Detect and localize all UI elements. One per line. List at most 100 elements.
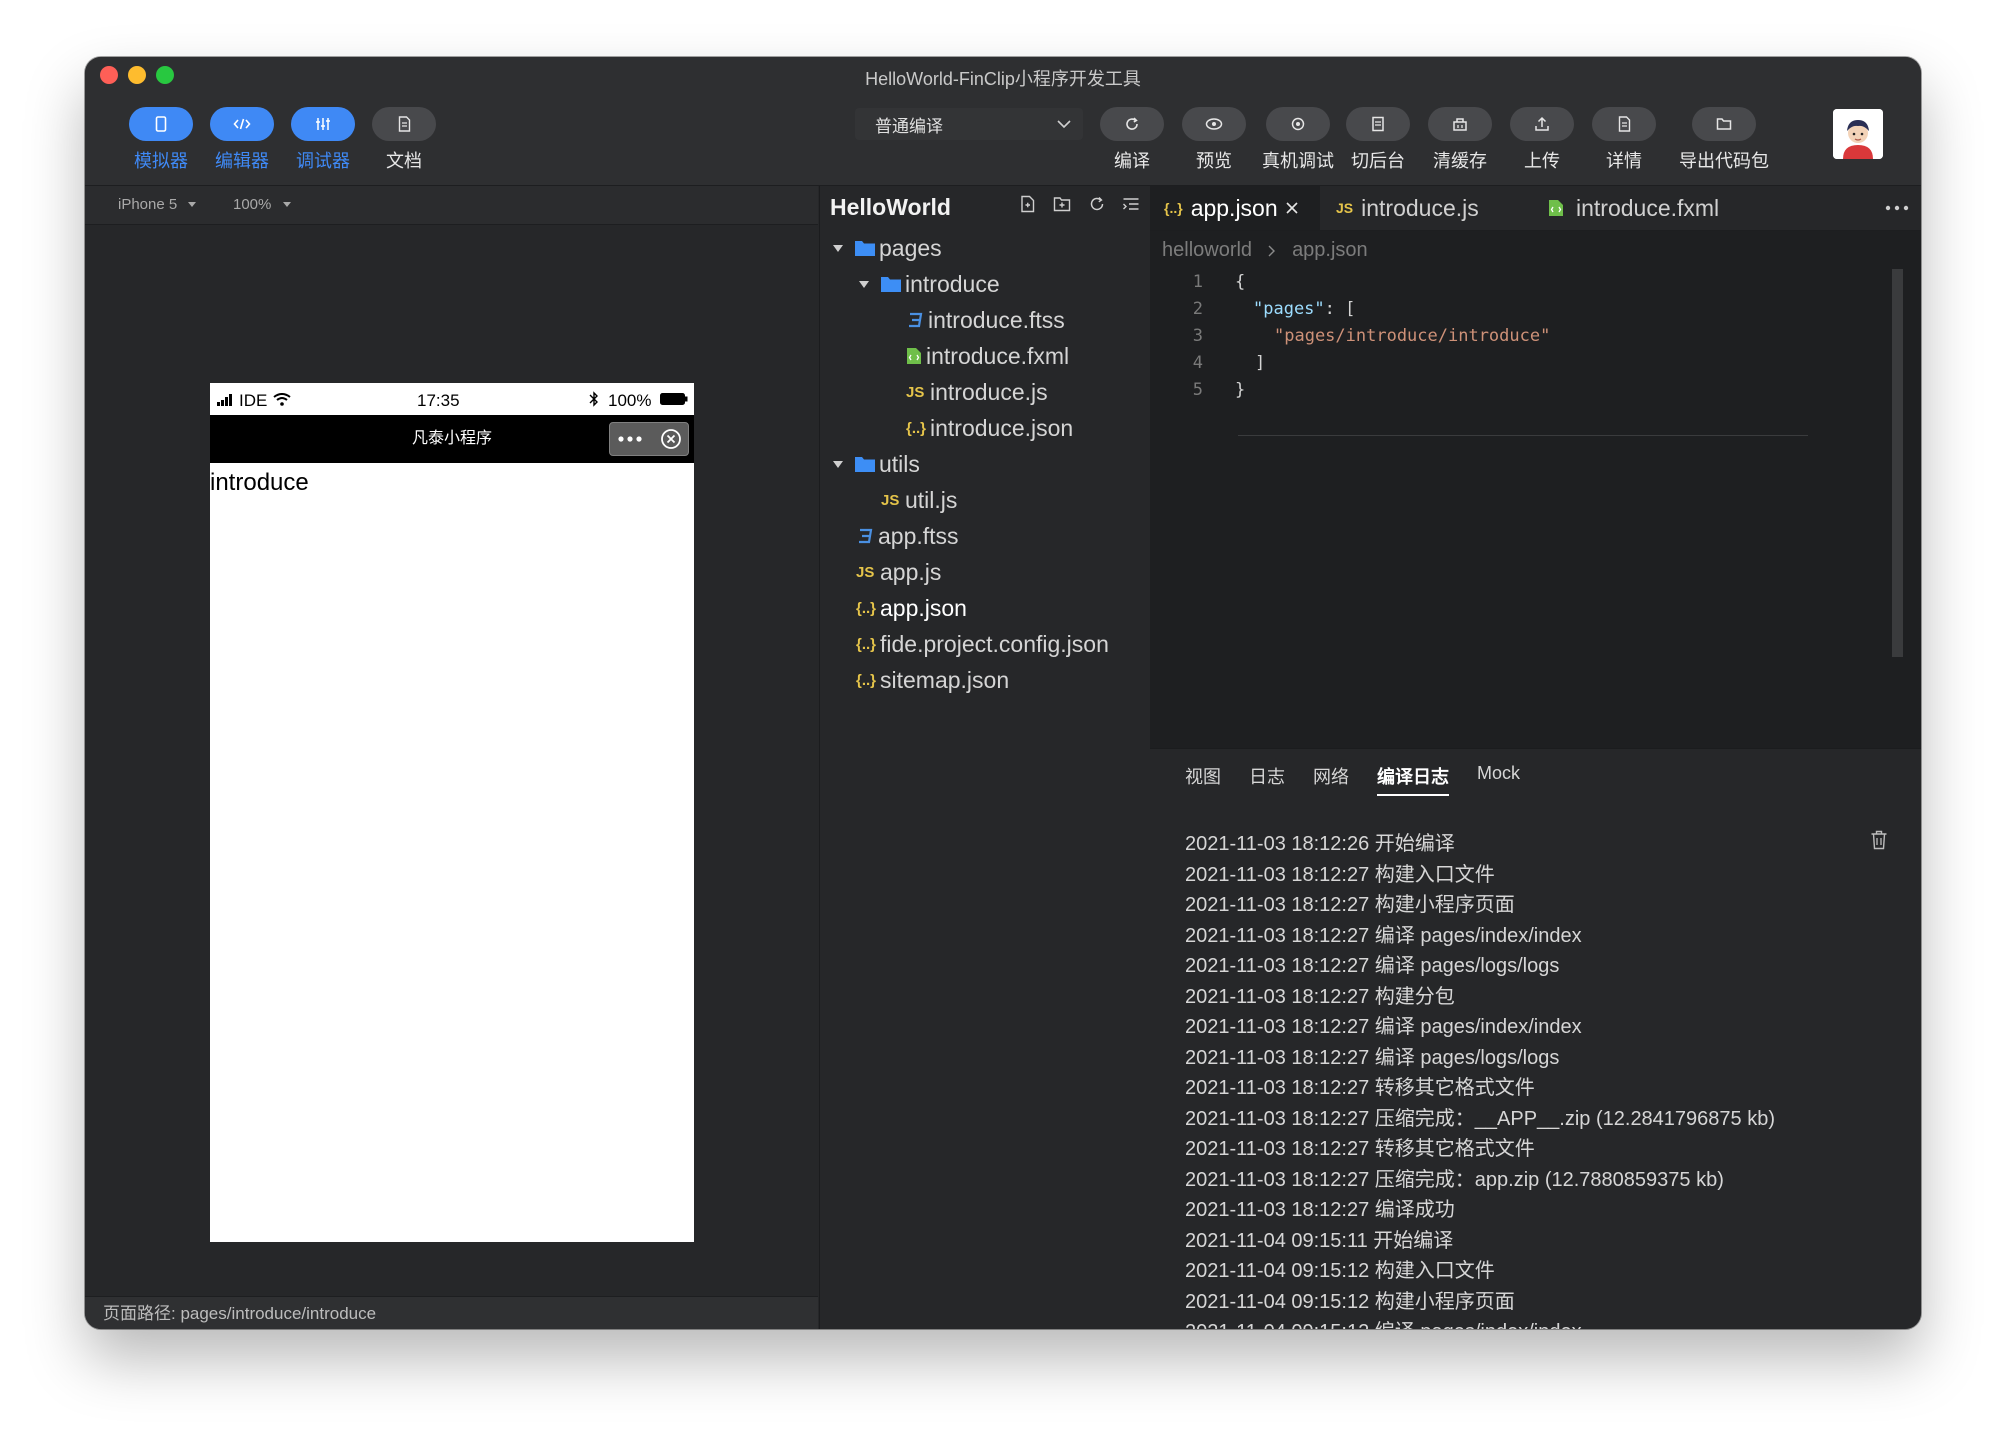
tab-network[interactable]: 网络 [1313,763,1349,796]
tab-compile-log[interactable]: 编译日志 [1377,763,1449,796]
folder-icon [855,457,875,472]
code-area[interactable]: 1 { 2 "pages": [ 3 "pages/introduce/intr… [1150,269,1921,404]
clear-cache-button[interactable]: 清缓存 [1420,107,1500,173]
tab-log[interactable]: 日志 [1249,763,1285,796]
remote-debug-button[interactable]: 真机调试 [1248,107,1348,173]
json-file-icon: {..} [1164,200,1183,216]
caret-down-icon [188,202,197,207]
log-line: 2021-11-04 09:15:12 构建入口文件 [1185,1260,1495,1282]
log-line: 2021-11-03 18:12:27 编译 pages/index/index [1185,1016,1582,1038]
css-file-icon [859,528,873,544]
nav-title: 凡泰小程序 [411,430,492,447]
code-line: 5 } [1150,377,1921,404]
debugger-toggle-button[interactable]: 调试器 [283,107,363,173]
device-select[interactable]: iPhone 5 [118,196,197,213]
editor-scrollbar[interactable] [1892,269,1903,657]
battery-percent: 100% [608,391,652,410]
log-line: 2021-11-03 18:12:27 转移其它格式文件 [1185,1138,1535,1160]
page-path-footer: 页面路径: pages/introduce/introduce [85,1296,818,1329]
tree-folder-utils[interactable]: utils [832,446,920,482]
window-title: HelloWorld-FinClip小程序开发工具 [865,69,1141,89]
json-key: "pages" [1253,299,1325,319]
chevron-down-icon [1057,120,1071,129]
close-icon[interactable] [1284,200,1300,216]
bluetooth-icon [589,391,598,407]
new-folder-icon[interactable] [1053,195,1071,213]
tree-item-label: util.js [905,486,958,513]
tree-folder-introduce[interactable]: introduce [858,266,1000,302]
new-file-icon[interactable] [1019,195,1037,213]
editor-toggle-button[interactable]: 编辑器 [202,107,282,173]
breadcrumb-item[interactable]: app.json [1292,239,1368,262]
tab-introduce-fxml[interactable]: introduce.fxml [1548,186,1719,230]
code-text: ] [1255,353,1266,373]
code-editor: {..} app.json JS introduce.js introduce.… [1150,186,1921,748]
more-options-icon[interactable] [1885,205,1909,211]
tab-mock[interactable]: Mock [1477,763,1520,796]
compile-mode-value: 普通编译 [875,116,943,136]
tab-label: introduce.fxml [1576,194,1720,221]
capsule-menu[interactable] [609,422,689,456]
simulator-toggle-button[interactable]: 模拟器 [121,107,201,173]
collapse-all-icon[interactable] [1122,195,1140,213]
upload-button[interactable]: 上传 [1502,107,1582,173]
phone-screen[interactable]: IDE 17:35 100% 凡泰小程序 introduce [210,383,694,1242]
tree-file-sitemap-json[interactable]: {..} sitemap.json [856,662,1009,698]
tree-file-fide-project-config-json[interactable]: {..} fide.project.config.json [856,626,1109,662]
code-line: 2 "pages": [ [1150,296,1921,323]
tab-introduce-js[interactable]: JS introduce.js [1336,186,1479,230]
eye-icon [1205,118,1223,130]
compile-log: 2021-11-03 18:12:26 开始编译 2021-11-03 18:1… [1185,829,1905,1329]
tree-file-introduce-js[interactable]: JS introduce.js [906,374,1048,410]
wifi-icon [273,393,291,406]
tree-folder-pages[interactable]: pages [832,230,942,266]
docs-label: 文档 [386,151,422,171]
tab-app-json[interactable]: {..} app.json [1150,186,1320,230]
js-file-icon: JS [906,383,925,401]
tree-file-introduce-json[interactable]: {..} introduce.json [906,410,1073,446]
tree-file-introduce-ftss[interactable]: introduce.ftss [906,302,1065,338]
caret-down-icon [859,280,869,288]
close-circle-icon[interactable] [660,428,682,450]
tab-view[interactable]: 视图 [1185,763,1221,796]
details-button[interactable]: 详情 [1584,107,1664,173]
line-number: 3 [1192,326,1203,346]
json-file-icon: {..} [856,671,877,689]
zoom-select[interactable]: 100% [233,196,292,213]
debugger-label: 调试器 [296,151,350,171]
simulator-label: 模拟器 [134,151,188,171]
more-icon[interactable] [618,436,642,442]
tree-file-app-js[interactable]: JS app.js [856,554,941,590]
caret-down-icon [833,244,843,252]
tree-file-introduce-fxml[interactable]: introduce.fxml [906,338,1069,374]
caret-down-icon [282,202,291,207]
remote-debug-label: 真机调试 [1262,151,1334,171]
preview-button[interactable]: 预览 [1174,107,1254,173]
tree-file-app-json[interactable]: {..} app.json [856,590,967,626]
refresh-icon[interactable] [1088,195,1106,213]
user-avatar[interactable] [1833,109,1883,159]
folder-icon [1716,118,1732,130]
export-code-button[interactable]: 导出代码包 [1669,107,1779,173]
tree-file-util-js[interactable]: JS util.js [881,482,957,518]
titlebar: HelloWorld-FinClip小程序开发工具 模拟器 编辑器 调试器 文档 [85,57,1921,186]
tree-item-label: app.ftss [878,522,959,549]
code-line: 4 ] [1150,350,1921,377]
xml-file-icon [1549,200,1563,216]
preview-label: 预览 [1196,151,1232,171]
docs-button[interactable]: 文档 [364,107,444,173]
compile-button[interactable]: 编译 [1092,107,1172,173]
js-file-icon: JS [1336,200,1354,216]
compile-mode-select[interactable]: 普通编译 [855,108,1083,140]
tree-item-label: introduce.js [930,378,1048,405]
background-button[interactable]: 切后台 [1338,107,1418,173]
xml-file-icon [907,348,921,364]
simulator-bar: iPhone 5 100% [85,186,818,225]
code-line: 3 "pages/introduce/introduce" [1150,323,1921,350]
log-line: 2021-11-03 18:12:27 构建入口文件 [1185,863,1495,886]
tree-file-app-ftss[interactable]: app.ftss [856,518,959,554]
breadcrumb-item[interactable]: helloworld [1162,239,1252,262]
tree-item-label: introduce.ftss [928,306,1065,333]
background-label: 切后台 [1351,151,1405,171]
details-label: 详情 [1606,151,1642,171]
